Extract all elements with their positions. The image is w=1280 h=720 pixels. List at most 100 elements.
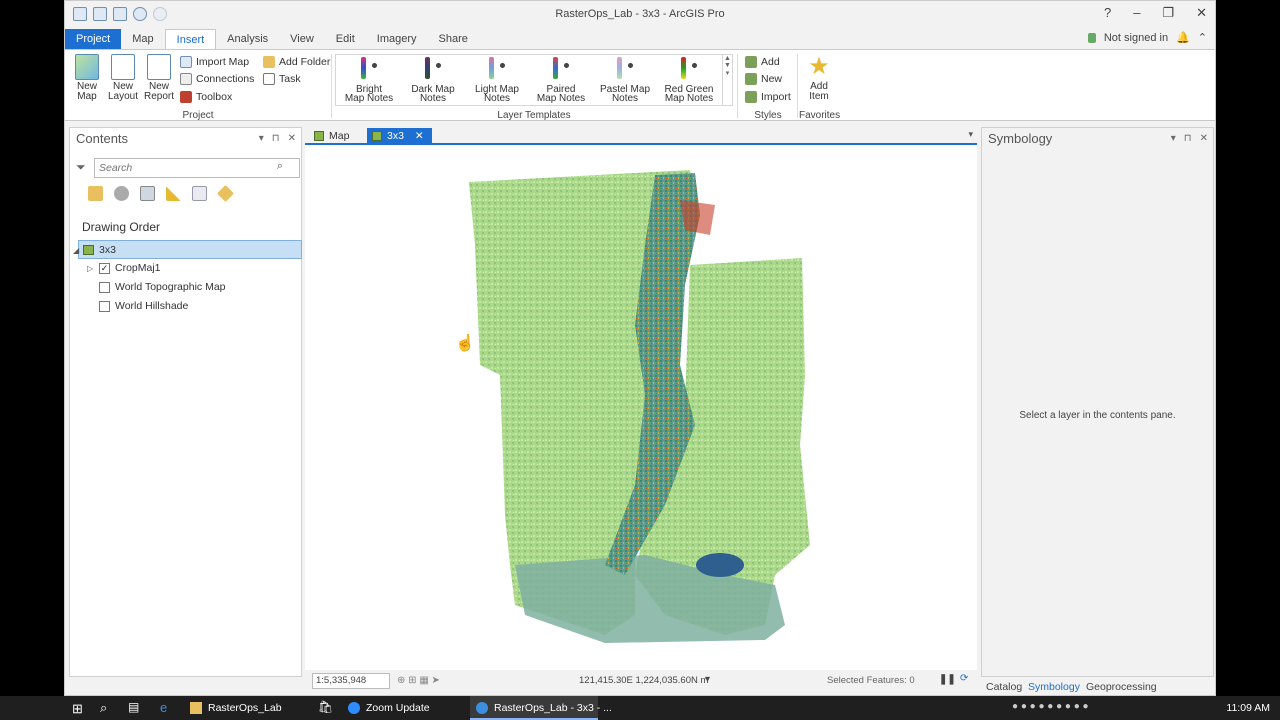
layer-row-world-topographic-map[interactable]: World Topographic Map	[70, 278, 301, 297]
close-button[interactable]: ✕	[1196, 5, 1207, 21]
import-map-icon	[180, 56, 192, 68]
collapse-ribbon-icon[interactable]: ⌃	[1198, 31, 1207, 44]
title-bar: RasterOps_Lab - 3x3 - ArcGIS Pro ? – ❐ ✕	[65, 1, 1215, 27]
tab-view[interactable]: View	[279, 29, 325, 49]
ribbon-separator	[737, 54, 738, 118]
task-icon	[263, 73, 275, 85]
tab-project[interactable]: Project	[65, 29, 122, 49]
list-by-snapping-icon[interactable]	[192, 186, 207, 201]
import-map-button[interactable]: Import Map	[180, 54, 249, 70]
refresh-icon[interactable]: ⟳	[960, 673, 968, 684]
close-pane-icon[interactable]: ✕	[1200, 128, 1208, 150]
help-button[interactable]: ?	[1104, 5, 1111, 21]
tab-imagery[interactable]: Imagery	[366, 29, 428, 49]
add-item-button[interactable]: ★ Add Item	[799, 54, 839, 102]
tab-map[interactable]: Map	[121, 29, 164, 49]
taskbar-item-zoom[interactable]: Zoom Update	[342, 696, 440, 720]
expand-icon[interactable]: ▷	[87, 259, 93, 278]
tab-symbology[interactable]: Symbology	[1028, 681, 1080, 693]
search-icon[interactable]: ⌕	[100, 700, 107, 716]
map-status-bar: 1:5,335,948 ⊕ ⊞ ▦ ➤ 121,415.30E 1,224,03…	[305, 670, 977, 692]
sign-in-status[interactable]: Not signed in 🔔 ⌃	[1087, 31, 1207, 44]
taskbar-item-arcgis[interactable]: RasterOps_Lab - 3x3 - ...	[470, 696, 612, 720]
tab-3x3-view[interactable]: 3x3 ✕	[367, 128, 432, 144]
tab-catalog[interactable]: Catalog	[986, 681, 1022, 693]
new-style-button[interactable]: New	[745, 71, 782, 87]
toolbox-icon	[180, 91, 192, 103]
window-title: RasterOps_Lab - 3x3 - ArcGIS Pro	[555, 8, 725, 20]
toolbox-button[interactable]: Toolbox	[180, 89, 232, 105]
add-folder-button[interactable]: Add Folder	[263, 54, 330, 70]
tab-analysis[interactable]: Analysis	[216, 29, 279, 49]
pin-icon[interactable]: ⊓	[272, 128, 280, 150]
new-layout-button[interactable]: New Layout	[103, 54, 143, 102]
visibility-checkbox[interactable]: ✓	[99, 263, 110, 274]
import-style-icon	[745, 91, 757, 103]
connections-icon	[180, 73, 192, 85]
map-node-3x3[interactable]: ◢ 3x3	[73, 240, 302, 259]
add-style-button[interactable]: Add	[745, 54, 780, 70]
coord-dropdown-icon[interactable]: ▾	[705, 674, 710, 685]
tab-map-view[interactable]: Map	[309, 128, 357, 144]
pane-menu-icon[interactable]: ▾	[1171, 128, 1176, 150]
pause-drawing-icon[interactable]: ❚❚	[939, 674, 956, 685]
system-tray-icons[interactable]: ● ● ● ● ● ● ● ● ●	[1012, 701, 1089, 712]
import-style-button[interactable]: Import	[745, 89, 791, 105]
connections-button[interactable]: Connections	[180, 71, 254, 87]
bell-icon[interactable]: 🔔	[1176, 31, 1190, 44]
pane-menu-icon[interactable]: ▾	[259, 128, 264, 150]
windows-start-icon[interactable]: ⊞	[72, 701, 83, 717]
list-by-selection-icon[interactable]	[140, 186, 155, 201]
nav-tool-icons[interactable]: ⊕ ⊞ ▦ ➤	[397, 675, 440, 686]
restore-button[interactable]: ❐	[1162, 5, 1174, 21]
ribbon-separator	[797, 54, 798, 118]
window-controls: ? – ❐ ✕	[1104, 5, 1207, 21]
pin-icon[interactable]: ⊓	[1184, 128, 1192, 150]
symbology-title: Symbology	[988, 131, 1053, 146]
new-report-button[interactable]: New Report	[139, 54, 179, 102]
filter-icon[interactable]: ⏷	[76, 160, 86, 175]
layer-name: World Topographic Map	[115, 281, 226, 293]
visibility-checkbox[interactable]	[99, 282, 110, 293]
taskbar-item-folder[interactable]: RasterOps_Lab	[184, 696, 292, 720]
search-icon[interactable]: ⌕	[277, 160, 283, 173]
store-icon[interactable]: 🛍	[318, 700, 333, 714]
layer-row-world-hillshade[interactable]: World Hillshade	[70, 297, 301, 316]
scale-selector[interactable]: 1:5,335,948	[312, 673, 390, 689]
lock-icon	[1087, 32, 1096, 43]
close-tab-icon[interactable]: ✕	[415, 130, 424, 142]
layer-tree: ◢ 3x3 ▷ ✓ CropMaj1 World Topographic Map…	[70, 240, 302, 316]
list-by-labeling-icon[interactable]	[217, 185, 234, 202]
close-pane-icon[interactable]: ✕	[288, 128, 296, 150]
sign-in-label: Not signed in	[1103, 31, 1169, 44]
task-view-icon[interactable]: ▤	[128, 700, 139, 714]
contents-toolbar	[88, 185, 234, 202]
collapse-icon[interactable]: ◢	[73, 241, 79, 260]
tab-menu-icon[interactable]: ▾	[968, 129, 973, 140]
map-canvas[interactable]: ☝	[305, 145, 977, 672]
search-row: ⏷ Search ⌕	[74, 158, 300, 178]
list-by-drawing-order-icon[interactable]	[88, 186, 103, 201]
layer-templates-label: Layer Templates	[497, 110, 571, 121]
task-button[interactable]: Task	[263, 71, 301, 87]
search-input[interactable]: Search	[94, 158, 300, 178]
symbology-header: Symbology ▾ ⊓ ✕	[982, 128, 1213, 150]
tab-geoprocessing[interactable]: Geoprocessing	[1086, 681, 1157, 693]
tab-edit[interactable]: Edit	[325, 29, 366, 49]
minimize-button[interactable]: –	[1133, 5, 1140, 21]
styles-group: Add New Import Styles	[741, 50, 795, 122]
drawing-order-heading: Drawing Order	[82, 220, 161, 234]
pane-controls: ▾ ⊓ ✕	[1171, 128, 1208, 150]
tab-insert[interactable]: Insert	[164, 29, 217, 49]
list-by-editing-icon[interactable]	[166, 186, 181, 201]
visibility-checkbox[interactable]	[99, 301, 110, 312]
tab-share[interactable]: Share	[428, 29, 479, 49]
list-by-source-icon[interactable]	[114, 186, 129, 201]
layer-name: World Hillshade	[115, 300, 189, 312]
map-icon	[372, 131, 382, 141]
favorites-group: ★ Add Item Favorites	[799, 50, 840, 122]
layer-row-cropmaj1[interactable]: ▷ ✓ CropMaj1	[70, 259, 301, 278]
edge-browser-icon[interactable]: e	[160, 700, 167, 715]
new-map-button[interactable]: New Map	[67, 54, 107, 102]
project-group-label: Project	[182, 110, 214, 121]
